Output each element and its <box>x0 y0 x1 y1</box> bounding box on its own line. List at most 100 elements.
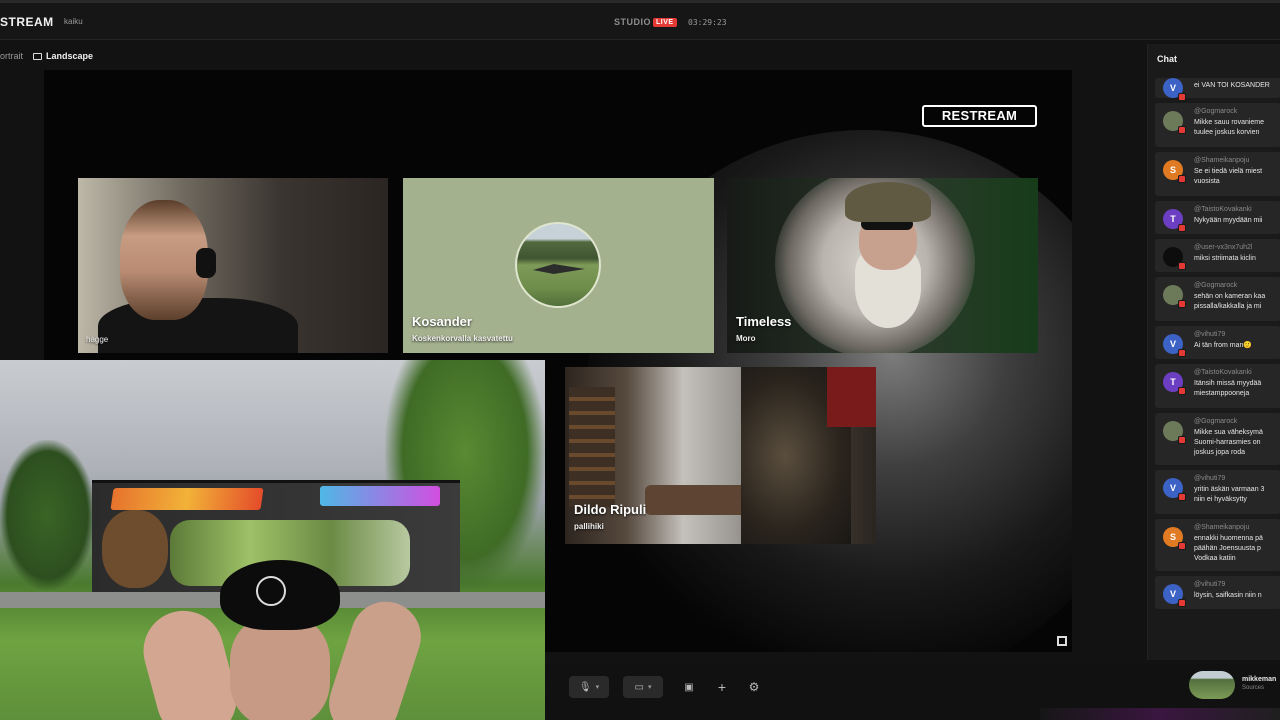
chat-message: T @TaistoKovakanki Itänsih missä myydää mi… <box>1155 364 1280 408</box>
chat-username: @user-vx3nx7uh2l <box>1194 244 1253 251</box>
chat-text: ei VAN TOI KOSANDER <box>1194 82 1270 89</box>
jet-image <box>533 264 585 274</box>
chat-text: Itänsih missä myydää miestamppooneja <box>1194 380 1262 397</box>
participant-tile-timeless[interactable]: Timeless Moro <box>727 178 1038 353</box>
chat-panel: Chat Vei VAN TOI KOSANDER @Gogmarock Mikke… <box>1147 44 1280 660</box>
gear-icon: ⚙ <box>748 680 760 694</box>
mic-toggle-button[interactable]: 🎙 ▾ <box>569 676 609 698</box>
host-camera-overlay <box>0 360 545 720</box>
chat-username: @vihuti79 <box>1194 475 1226 482</box>
participant-name: Kosander <box>412 314 472 329</box>
chat-message: S @Shameikanpoju ennakki huomenna pä päähä… <box>1155 519 1280 571</box>
chat-message: Vei VAN TOI KOSANDER <box>1155 78 1280 101</box>
youtube-icon <box>1178 349 1186 357</box>
studio-label: STUDIO <box>614 17 652 27</box>
chat-text: Se ei tiedä vielä miest vuosista <box>1194 168 1263 185</box>
chat-message: @Gogmarock Mikke sauu rovanieme tuulee jo… <box>1155 103 1280 147</box>
chat-user-avatar: V <box>1163 334 1186 357</box>
chat-user-avatar <box>1163 247 1186 270</box>
chat-user-avatar: V <box>1163 584 1186 607</box>
chat-message: @Gogmarock Mikke sua väheksymä Suomi-harr… <box>1155 413 1280 465</box>
monitor-icon <box>33 52 43 60</box>
participant-name: hagge <box>86 335 109 344</box>
chat-message: S @Shameikanpoju Se ei tiedä vielä miest v… <box>1155 152 1280 196</box>
participant-video <box>98 298 298 353</box>
microphone-icon: 🎙 <box>578 681 592 693</box>
participant-name: Dildo Ripuli <box>574 502 647 517</box>
host-face <box>230 616 330 720</box>
chat-user-avatar: S <box>1163 527 1186 550</box>
youtube-icon <box>1178 300 1186 308</box>
participant-subtitle: Moro <box>736 334 756 343</box>
chat-username: @vihuti79 <box>1194 331 1226 338</box>
chat-message: V @vihuti79 yritin äskän varmaan 3 niin ei… <box>1155 470 1280 514</box>
chat-user-avatar: T <box>1163 372 1186 395</box>
chat-user-avatar <box>1163 421 1186 444</box>
hat-shape <box>845 182 931 222</box>
chat-username: @Gogmarock <box>1194 108 1238 115</box>
graffiti-tag-blue <box>320 486 440 506</box>
participant-video-face <box>120 200 208 320</box>
chat-message: @Gogmarock sehän on kameran kaa pissalla/… <box>1155 277 1280 321</box>
settings-button[interactable]: ⚙ <box>744 676 764 698</box>
chat-user-avatar: V <box>1163 78 1186 101</box>
chat-username: @vihuti79 <box>1194 581 1226 588</box>
youtube-icon <box>1178 493 1186 501</box>
chevron-down-icon[interactable]: ▾ <box>596 683 600 691</box>
brand-logo: STREAM <box>0 15 54 29</box>
chat-text: Mikke sauu rovanieme tuulee joskus korvi… <box>1194 119 1265 136</box>
chat-text: yritin äskän varmaan 3 niin ei hyväksytt… <box>1194 486 1265 503</box>
chat-username: @TaistoKovakanki <box>1194 206 1252 213</box>
landscape-option[interactable]: Landscape <box>33 51 93 61</box>
participant-tile-hagge[interactable]: hagge <box>78 178 388 353</box>
participant-subtitle: Koskenkorvalla kasvatettu <box>412 334 513 343</box>
participant-avatar <box>515 222 601 308</box>
source-name: mikkeman <box>1242 676 1277 683</box>
portrait-option[interactable]: ortrait <box>0 51 23 61</box>
source-sub: Sources <box>1242 685 1265 691</box>
chat-text: miksi striimata kiclin <box>1194 255 1256 262</box>
camera-toggle-button[interactable]: ▭ ▾ <box>623 676 663 698</box>
source-thumbnail[interactable] <box>1189 671 1235 699</box>
chat-text: Nykyään myydään mii <box>1194 217 1263 224</box>
fullscreen-icon[interactable] <box>1057 636 1067 646</box>
add-button[interactable]: + <box>712 676 732 698</box>
chat-text: Ai tän from man🙂 <box>1194 342 1253 349</box>
host-person <box>134 560 450 720</box>
sofa <box>645 485 755 515</box>
chevron-down-icon[interactable]: ▾ <box>648 683 652 691</box>
headset-shape <box>196 248 216 278</box>
chat-username: @TaistoKovakanki <box>1194 369 1252 376</box>
bookshelf <box>569 387 615 507</box>
chat-user-avatar: V <box>1163 478 1186 501</box>
studio-indicator: STUDIO LIVE <box>614 17 677 27</box>
chat-title: Chat <box>1157 54 1177 64</box>
participant-tile-dildo-ripuli[interactable]: Dildo Ripuli pallihiki <box>565 367 876 544</box>
camera-icon: ▭ <box>634 681 644 693</box>
chat-message: V @vihuti79 Ai tän from man🙂 <box>1155 326 1280 359</box>
plus-icon: + <box>717 679 727 695</box>
chat-user-avatar: T <box>1163 209 1186 232</box>
chat-username: @Gogmarock <box>1194 282 1238 289</box>
stream-timer: 03:29:23 <box>688 18 727 27</box>
chat-text: sehän on kameran kaa pissalla/kakkalla j… <box>1194 293 1266 310</box>
restream-watermark: RESTREAM <box>922 105 1037 127</box>
chat-message-list[interactable]: Vei VAN TOI KOSANDER @Gogmarock Mikke sauu… <box>1155 78 1280 614</box>
chat-user-avatar: S <box>1163 160 1186 183</box>
red-background <box>827 367 876 427</box>
participant-subtitle: pallihiki <box>574 522 604 531</box>
chat-text: Mikke sua väheksymä Suomi-harrasmies on … <box>1194 429 1263 456</box>
youtube-icon <box>1178 126 1186 134</box>
chat-message: @user-vx3nx7uh2l miksi striimata kiclin <box>1155 239 1280 272</box>
screen-share-button[interactable]: ▣ <box>679 676 699 698</box>
participant-tile-kosander[interactable]: Kosander Koskenkorvalla kasvatettu <box>403 178 714 353</box>
chat-text: ennakki huomenna pä päähän Joensuusta p … <box>1194 535 1263 562</box>
participant-name: Timeless <box>736 314 792 329</box>
chat-username: @Gogmarock <box>1194 418 1238 425</box>
youtube-icon <box>1178 262 1186 270</box>
chat-text: löysin, saifkasin niin n <box>1194 592 1262 599</box>
screen-share-icon: ▣ <box>684 681 694 693</box>
top-bar: STREAM kaiku STUDIO LIVE 03:29:23 <box>0 0 1280 40</box>
channel-name: kaiku <box>64 17 83 26</box>
bottom-strip <box>1040 708 1280 720</box>
